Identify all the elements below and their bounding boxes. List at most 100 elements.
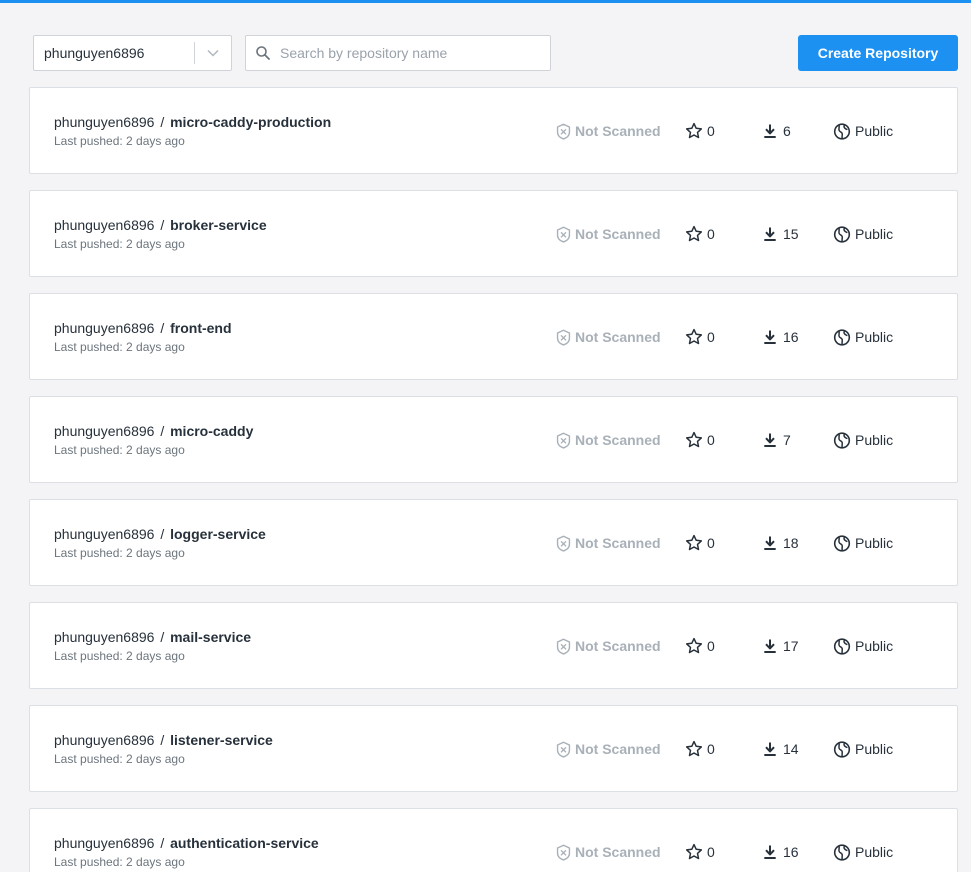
namespace-value: phunguyen6896 [44,45,145,61]
repository-toolbar: phunguyen6896 Create Repository [33,35,958,71]
globe-icon [833,637,851,655]
visibility-badge: Public [833,843,893,861]
pull-count: 16 [761,328,799,346]
pull-count-value: 15 [783,226,799,242]
repository-name[interactable]: micro-caddy-production [170,114,331,130]
repository-name[interactable]: front-end [170,320,231,336]
shield-x-icon [554,328,572,346]
repository-title[interactable]: phunguyen6896 / micro-caddy [54,423,253,439]
visibility-label: Public [855,123,894,139]
scan-status: Not Scanned [554,534,661,552]
repository-namespace: phunguyen6896 [54,835,155,851]
star-count: 0 [685,740,715,758]
star-icon [685,534,703,552]
globe-icon [833,534,851,552]
create-repository-button[interactable]: Create Repository [798,35,958,71]
repository-title[interactable]: phunguyen6896 / mail-service [54,629,251,645]
visibility-badge: Public [833,122,893,140]
pull-count-value: 14 [783,741,799,757]
star-count: 0 [685,637,715,655]
repository-namespace: phunguyen6896 [54,732,155,748]
search-input[interactable] [280,37,550,69]
repository-name[interactable]: authentication-service [170,835,319,851]
download-icon [761,637,779,655]
star-icon [685,122,703,140]
scan-status-label: Not Scanned [575,844,661,860]
pull-count-value: 16 [783,329,799,345]
repository-separator: / [160,526,165,542]
repository-separator: / [160,114,165,130]
star-count: 0 [685,431,715,449]
star-count-value: 0 [707,329,715,345]
scan-status-label: Not Scanned [575,329,661,345]
last-pushed: Last pushed: 2 days ago [54,649,185,663]
download-icon [761,328,779,346]
repository-title[interactable]: phunguyen6896 / logger-service [54,526,266,542]
download-icon [761,431,779,449]
repository-title[interactable]: phunguyen6896 / broker-service [54,217,267,233]
repository-separator: / [160,732,165,748]
repository-title[interactable]: phunguyen6896 / front-end [54,320,232,336]
star-count-value: 0 [707,226,715,242]
repository-namespace: phunguyen6896 [54,526,155,542]
scan-status: Not Scanned [554,225,661,243]
visibility-label: Public [855,535,894,551]
visibility-badge: Public [833,225,893,243]
chevron-down-icon[interactable] [195,36,231,70]
star-icon [685,225,703,243]
repository-separator: / [160,629,165,645]
shield-x-icon [554,843,572,861]
visibility-badge: Public [833,637,893,655]
repository-name[interactable]: broker-service [170,217,267,233]
scan-status-label: Not Scanned [575,638,661,654]
repository-name[interactable]: mail-service [170,629,251,645]
pull-count-value: 16 [783,844,799,860]
top-accent-bar [0,0,971,3]
globe-icon [833,225,851,243]
namespace-select[interactable]: phunguyen6896 [33,35,232,71]
repository-namespace: phunguyen6896 [54,217,155,233]
star-count: 0 [685,122,715,140]
repository-name[interactable]: micro-caddy [170,423,253,439]
repository-row[interactable]: phunguyen6896 / mail-service Last pushed… [29,602,958,689]
repository-row[interactable]: phunguyen6896 / logger-service Last push… [29,499,958,586]
visibility-label: Public [855,329,894,345]
download-icon [761,122,779,140]
pull-count: 18 [761,534,799,552]
scan-status-label: Not Scanned [575,123,661,139]
star-count: 0 [685,534,715,552]
repository-row[interactable]: phunguyen6896 / micro-caddy-production L… [29,87,958,174]
shield-x-icon [554,122,572,140]
scan-status: Not Scanned [554,637,661,655]
visibility-label: Public [855,844,894,860]
pull-count: 7 [761,431,791,449]
scan-status: Not Scanned [554,328,661,346]
repository-name[interactable]: listener-service [170,732,273,748]
star-icon [685,637,703,655]
star-count-value: 0 [707,844,715,860]
last-pushed: Last pushed: 2 days ago [54,855,185,869]
repository-title[interactable]: phunguyen6896 / authentication-service [54,835,319,851]
star-count-value: 0 [707,432,715,448]
repository-row[interactable]: phunguyen6896 / authentication-service L… [29,808,958,872]
visibility-label: Public [855,741,894,757]
star-icon [685,328,703,346]
star-icon [685,843,703,861]
repository-title[interactable]: phunguyen6896 / listener-service [54,732,273,748]
repository-row[interactable]: phunguyen6896 / front-end Last pushed: 2… [29,293,958,380]
visibility-badge: Public [833,328,893,346]
shield-x-icon [554,740,572,758]
globe-icon [833,740,851,758]
repository-name[interactable]: logger-service [170,526,266,542]
repository-row[interactable]: phunguyen6896 / micro-caddy Last pushed:… [29,396,958,483]
repository-namespace: phunguyen6896 [54,629,155,645]
last-pushed: Last pushed: 2 days ago [54,752,185,766]
star-count-value: 0 [707,638,715,654]
repository-title[interactable]: phunguyen6896 / micro-caddy-production [54,114,331,130]
pull-count-value: 7 [783,432,791,448]
pull-count-value: 6 [783,123,791,139]
repository-row[interactable]: phunguyen6896 / broker-service Last push… [29,190,958,277]
repository-row[interactable]: phunguyen6896 / listener-service Last pu… [29,705,958,792]
visibility-badge: Public [833,740,893,758]
search-box [245,35,551,71]
